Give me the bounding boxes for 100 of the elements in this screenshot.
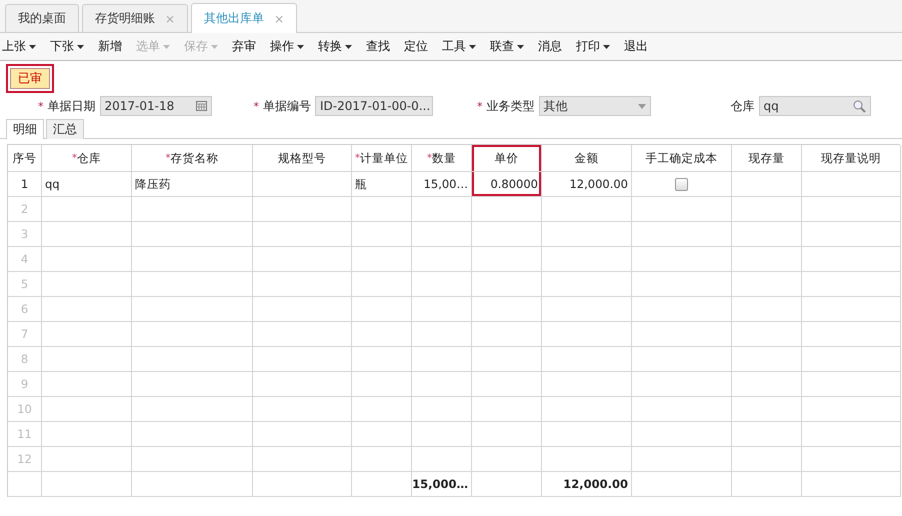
table-cell	[732, 222, 802, 247]
toolbar-button[interactable]: 消息	[536, 38, 568, 55]
tab-label: 我的桌面	[18, 10, 66, 27]
input-field[interactable]: 2017-01-18	[100, 96, 212, 116]
table-cell	[412, 247, 472, 272]
toolbar-button[interactable]: 查找	[364, 38, 396, 55]
table-cell	[412, 297, 472, 322]
input-field[interactable]: ID-2017-01-00-0...	[315, 96, 433, 116]
toolbar-button[interactable]: 下张	[48, 38, 90, 55]
required-mark: *	[254, 100, 259, 112]
required-mark: *	[38, 100, 44, 112]
row-number-cell: 7	[8, 322, 42, 347]
column-header: 仓库	[77, 150, 101, 166]
table-cell	[472, 372, 542, 397]
tab[interactable]: 其他出库单 ×	[191, 3, 298, 33]
toolbar-button[interactable]: 退出	[622, 38, 654, 55]
toolbar-button[interactable]: 操作	[268, 38, 310, 55]
status-badge: 已审	[10, 68, 50, 89]
caret-icon	[345, 44, 352, 48]
table-cell	[412, 422, 472, 447]
row-number-cell: 4	[8, 247, 42, 272]
table-cell: 12,000.00	[542, 172, 632, 197]
tab[interactable]: 明细	[6, 119, 44, 139]
total-cell	[352, 472, 412, 497]
table-cell	[352, 372, 412, 397]
table-cell	[732, 272, 802, 297]
table-cell	[412, 322, 472, 347]
field-label: 业务类型	[486, 98, 534, 114]
toolbar-button[interactable]: 联查	[488, 38, 530, 55]
table-cell	[732, 422, 802, 447]
tab[interactable]: 我的桌面	[5, 4, 79, 32]
table-cell: 0.80000	[472, 172, 542, 197]
toolbar-button[interactable]: 弃审	[230, 38, 262, 55]
table-cell	[352, 397, 412, 422]
table-cell	[472, 422, 542, 447]
row-number-cell: 8	[8, 347, 42, 372]
table-cell	[732, 347, 802, 372]
tab[interactable]: 汇总	[46, 119, 84, 139]
toolbar-button[interactable]: 转换	[316, 38, 358, 55]
column-header: 金额	[574, 150, 598, 166]
table-cell	[472, 447, 542, 472]
caret-icon	[77, 44, 84, 48]
caret-icon[interactable]	[638, 104, 646, 108]
table-cell	[732, 247, 802, 272]
table-cell: 瓶	[352, 172, 412, 197]
field-label: 仓库	[730, 98, 754, 114]
table-cell	[412, 447, 472, 472]
table-cell	[412, 222, 472, 247]
toolbar-button[interactable]: 工具	[440, 38, 482, 55]
table-cell	[352, 247, 412, 272]
table-cell: 15,00…	[412, 172, 472, 197]
table-cell	[352, 447, 412, 472]
column-header: 规格型号	[278, 150, 326, 166]
tab[interactable]: 存货明细账 ×	[82, 4, 188, 32]
row-number-cell: 2	[8, 197, 42, 222]
table-cell	[732, 322, 802, 347]
required-mark: *	[477, 100, 482, 112]
row-number-cell: 5	[8, 272, 42, 297]
row-number-cell: 12	[8, 447, 42, 472]
table-cell	[732, 447, 802, 472]
table-cell	[732, 397, 802, 422]
table-cell	[352, 272, 412, 297]
total-cell	[472, 472, 542, 497]
table-cell	[352, 422, 412, 447]
table-cell	[352, 297, 412, 322]
table-cell	[412, 347, 472, 372]
row-number-cell: 1	[8, 172, 42, 197]
table-cell	[472, 272, 542, 297]
caret-icon	[163, 44, 170, 48]
toolbar-button[interactable]: 上张	[0, 38, 42, 55]
checkbox[interactable]	[675, 178, 688, 190]
table-cell	[412, 372, 472, 397]
caret-icon	[517, 44, 524, 48]
field-label: 单据编号	[263, 98, 311, 114]
table-cell	[732, 197, 802, 222]
total-cell	[732, 472, 802, 497]
column-header: 现存量说明	[821, 150, 881, 166]
table-cell	[732, 297, 802, 322]
total-cell: 15,000…	[412, 472, 472, 497]
table-cell	[352, 347, 412, 372]
column-header: 手工确定成本	[646, 150, 718, 166]
table-cell	[352, 197, 412, 222]
table-cell	[472, 222, 542, 247]
toolbar-button[interactable]: 定位	[402, 38, 434, 55]
column-header: 数量	[432, 150, 456, 166]
table-cell	[412, 397, 472, 422]
toolbar-button[interactable]: 新增	[96, 38, 128, 55]
calendar-icon[interactable]	[196, 101, 206, 111]
column-header: 现存量	[748, 150, 784, 166]
search-icon[interactable]	[852, 100, 866, 112]
caret-icon	[469, 44, 476, 48]
required-mark: *	[427, 152, 432, 164]
table-cell	[472, 397, 542, 422]
table-cell	[412, 272, 472, 297]
column-header: 存货名称	[170, 150, 218, 166]
input-field[interactable]: 其他	[538, 96, 650, 116]
tab-label: 其他出库单	[204, 10, 264, 27]
toolbar-button[interactable]: 打印	[574, 38, 616, 55]
input-field[interactable]: qq	[758, 96, 870, 116]
tab-label: 存货明细账	[95, 10, 155, 27]
